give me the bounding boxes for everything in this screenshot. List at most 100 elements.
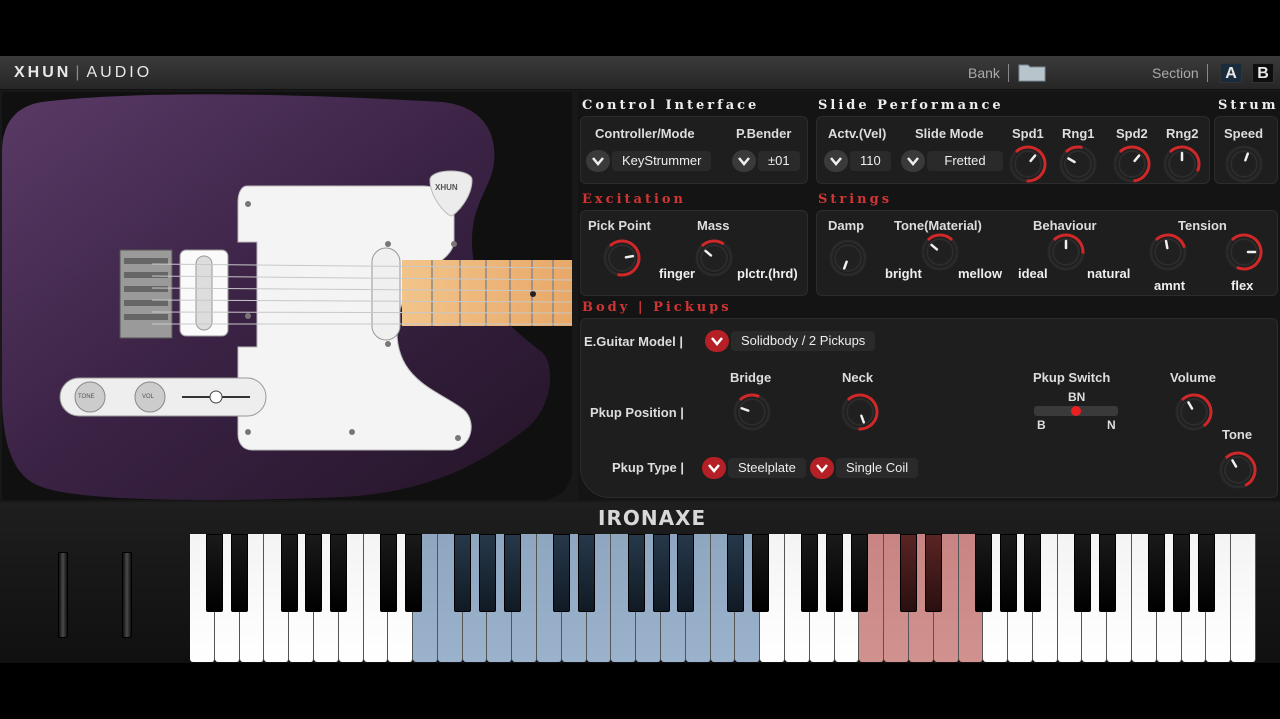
black-key[interactable]	[454, 534, 472, 612]
chevron-down-icon[interactable]	[705, 330, 729, 352]
section-button[interactable]: Section	[1152, 65, 1199, 81]
black-key[interactable]	[379, 534, 397, 612]
tone-knob-label: TONE	[78, 394, 95, 400]
black-key[interactable]	[1148, 534, 1166, 612]
black-key[interactable]	[925, 534, 943, 612]
pkup-type-neck-value[interactable]: Single Coil	[836, 458, 919, 478]
slide-mode-dropdown[interactable]: Fretted	[901, 150, 1003, 172]
volume-knob[interactable]	[1174, 392, 1214, 432]
black-key[interactable]	[1173, 534, 1191, 612]
black-key[interactable]	[578, 534, 596, 612]
bridge-position-knob[interactable]	[732, 392, 772, 432]
ideal-label: ideal	[1018, 266, 1048, 281]
black-key[interactable]	[1098, 534, 1116, 612]
black-key[interactable]	[1197, 534, 1215, 612]
knob-graphic	[1113, 145, 1151, 183]
knob-graphic	[841, 393, 879, 431]
natural-label: natural	[1087, 266, 1131, 281]
black-key[interactable]	[900, 534, 918, 612]
rng1-knob[interactable]	[1058, 144, 1098, 184]
controller-mode-value[interactable]: KeyStrummer	[612, 151, 712, 171]
pkup-switch-handle[interactable]	[1071, 406, 1081, 416]
behaviour-knob[interactable]	[1046, 232, 1086, 272]
black-key[interactable]	[280, 534, 298, 612]
tone-knob[interactable]	[1218, 450, 1258, 490]
controller-mode-dropdown[interactable]: KeyStrummer	[586, 150, 712, 172]
chevron-down-icon[interactable]	[732, 150, 756, 172]
tension-flex-knob[interactable]	[1224, 232, 1264, 272]
guitar-image	[2, 94, 572, 500]
black-key[interactable]	[652, 534, 670, 612]
slide-mode-value[interactable]: Fretted	[927, 151, 1003, 171]
black-key[interactable]	[974, 534, 992, 612]
black-key[interactable]	[478, 534, 496, 612]
brand-logo: XHUN | AUDIO	[14, 64, 153, 81]
tension-amnt-knob[interactable]	[1148, 232, 1188, 272]
product-logo: IRONAXE	[598, 506, 707, 530]
bank-button[interactable]: Bank	[968, 65, 1000, 81]
black-key[interactable]	[677, 534, 695, 612]
guitar-model-label: E.Guitar Model |	[584, 334, 683, 349]
ab-b-button[interactable]: B	[1252, 63, 1274, 83]
actv-vel-value[interactable]: 110	[850, 151, 891, 171]
brand-sub: AUDIO	[86, 64, 153, 81]
black-key[interactable]	[553, 534, 571, 612]
mass-knob[interactable]	[694, 238, 734, 278]
knob-graphic	[733, 393, 771, 431]
ab-a-button[interactable]: A	[1220, 63, 1242, 83]
black-key[interactable]	[850, 534, 868, 612]
rng1-label: Rng1	[1062, 126, 1095, 141]
pkup-type-label: Pkup Type |	[612, 460, 685, 475]
pkup-type-neck-dropdown[interactable]: Single Coil	[810, 457, 919, 479]
chevron-down-icon[interactable]	[810, 457, 834, 479]
spd2-knob[interactable]	[1112, 144, 1152, 184]
mod-wheel[interactable]	[122, 552, 132, 638]
black-key[interactable]	[1024, 534, 1042, 612]
black-key[interactable]	[404, 534, 422, 612]
white-key[interactable]	[1231, 534, 1256, 662]
pkup-switch-b: B	[1037, 418, 1046, 432]
black-key[interactable]	[206, 534, 224, 612]
rng2-knob[interactable]	[1162, 144, 1202, 184]
pbender-dropdown[interactable]: ±01	[732, 150, 800, 172]
pkup-switch-slider[interactable]	[1034, 406, 1118, 416]
black-key[interactable]	[627, 534, 645, 612]
chevron-down-icon[interactable]	[901, 150, 925, 172]
tone-material-knob[interactable]	[920, 232, 960, 272]
bridge-label: Bridge	[730, 370, 772, 385]
black-key[interactable]	[801, 534, 819, 612]
piano-keyboard[interactable]	[190, 534, 1256, 662]
black-key[interactable]	[726, 534, 744, 612]
chevron-down-icon[interactable]	[824, 150, 848, 172]
top-bar: XHUN | AUDIO Bank Section A B	[0, 56, 1280, 90]
guitar-model-value[interactable]: Solidbody / 2 Pickups	[731, 331, 876, 351]
folder-icon[interactable]	[1018, 62, 1046, 82]
pick-point-knob[interactable]	[602, 238, 642, 278]
mellow-label: mellow	[958, 266, 1003, 281]
black-key[interactable]	[1073, 534, 1091, 612]
knob-graphic	[1163, 145, 1201, 183]
chevron-down-icon[interactable]	[586, 150, 610, 172]
black-key[interactable]	[751, 534, 769, 612]
black-key[interactable]	[999, 534, 1017, 612]
black-key[interactable]	[330, 534, 348, 612]
tone-label: Tone	[1222, 427, 1253, 442]
knob-graphic	[1059, 145, 1097, 183]
black-key[interactable]	[231, 534, 249, 612]
spd1-knob[interactable]	[1008, 144, 1048, 184]
neck-position-knob[interactable]	[840, 392, 880, 432]
black-key[interactable]	[826, 534, 844, 612]
pbender-value[interactable]: ±01	[758, 151, 800, 171]
guitar-illustration: XHUN TONE VOL	[2, 92, 572, 500]
rng2-label: Rng2	[1166, 126, 1199, 141]
pkup-type-bridge-value[interactable]: Steelplate	[728, 458, 806, 478]
black-key[interactable]	[503, 534, 521, 612]
strum-speed-knob[interactable]	[1224, 144, 1264, 184]
black-key[interactable]	[305, 534, 323, 612]
chevron-down-icon[interactable]	[702, 457, 726, 479]
pitch-wheel[interactable]	[58, 552, 68, 638]
damp-knob[interactable]	[828, 238, 868, 278]
pkup-type-bridge-dropdown[interactable]: Steelplate	[702, 457, 806, 479]
actv-vel-dropdown[interactable]: 110	[824, 150, 891, 172]
guitar-model-dropdown[interactable]: Solidbody / 2 Pickups	[705, 330, 876, 352]
